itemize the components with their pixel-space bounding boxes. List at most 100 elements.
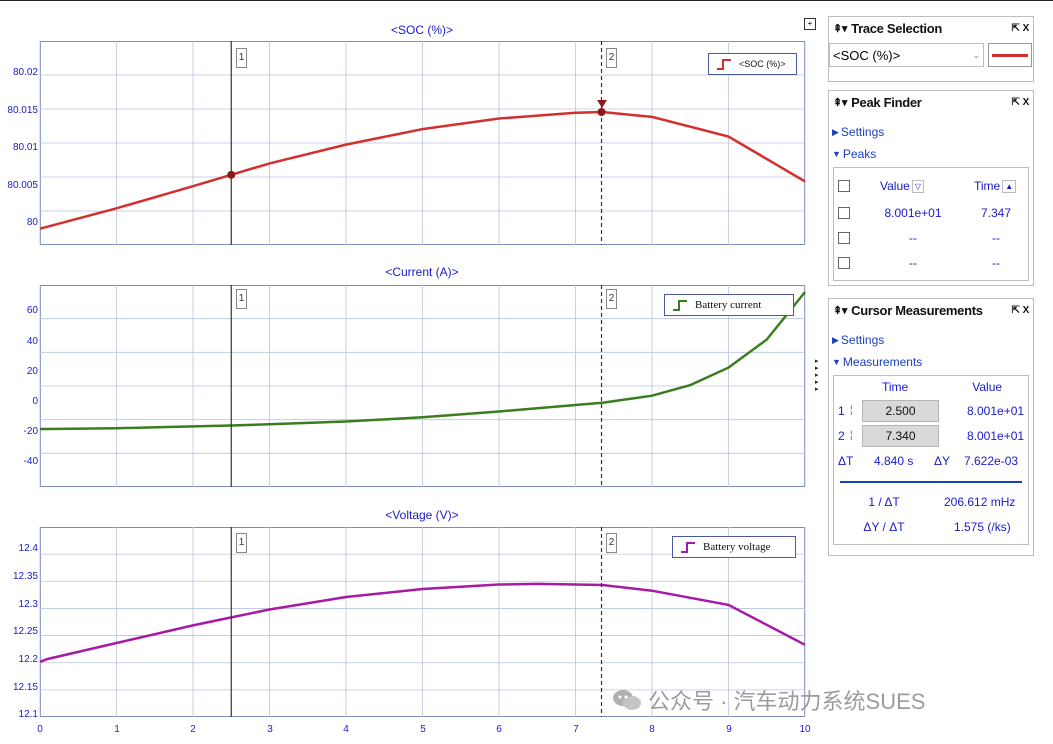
collapse-down-icon: ▼	[832, 149, 841, 159]
expand-right-icon: ▶	[832, 126, 839, 137]
cursor-2-index: 2	[838, 428, 845, 443]
cursor-2-label[interactable]: 2	[606, 289, 617, 309]
measurements-divider	[840, 481, 1022, 483]
cursor-1-label[interactable]: 1	[236, 533, 247, 553]
current-legend-label: Battery current	[695, 299, 762, 311]
peak-finder-header: ⇞▾ Peak Finder ⇱ X	[829, 91, 1033, 113]
peak-settings-toggle[interactable]: ▶ Settings	[829, 121, 1033, 143]
chevron-down-icon: ⌄	[972, 49, 980, 60]
watermark: 公众号 · 汽车动力系统SUES	[612, 684, 925, 716]
cursor-2-time-field[interactable]: 7.340	[862, 424, 939, 447]
cursor-2-label[interactable]: 2	[606, 48, 617, 68]
soc-legend[interactable]: <SOC (%)>	[708, 53, 797, 75]
cursor-1-marker	[227, 170, 236, 179]
cursor-measurements-title: Cursor Measurements	[851, 302, 983, 318]
current-legend[interactable]: Battery current	[664, 294, 794, 316]
step-legend-icon	[681, 542, 695, 553]
collapse-down-icon: ▼	[832, 357, 841, 367]
table-row[interactable]: -- --	[834, 225, 1028, 250]
dy-dt-row: ΔY / ΔT 1.575 (/ks)	[834, 514, 1028, 539]
trace-select[interactable]: <SOC (%)> ⌄	[829, 43, 984, 67]
cursor-settings-label: Settings	[840, 333, 885, 347]
cursor-1-marker-icon: ¦	[850, 405, 853, 416]
watermark-text: 公众号 · 汽车动力系统SUES	[648, 689, 926, 714]
cursor-2-row: 2 ¦ 7.340 8.001e+01	[834, 423, 1028, 448]
measurements-table: Time Value 1 ¦ 2.500 8.001e+01 2 ¦ 7.340…	[833, 375, 1029, 545]
row-checkbox[interactable]	[838, 231, 850, 244]
trace-color-swatch[interactable]	[988, 43, 1032, 67]
dy-dt-label: ΔY / ΔT	[863, 519, 905, 534]
trace-selection-title: Trace Selection	[851, 20, 943, 36]
trace-color-line	[992, 53, 1028, 57]
peaks-header-row: Value ▽ Time ▲	[834, 172, 1028, 200]
peak-time: --	[992, 230, 1000, 245]
measurements-toggle[interactable]: ▼ Measurements	[829, 351, 1033, 373]
peaks-col-value[interactable]: Value	[880, 179, 910, 193]
table-row[interactable]: 8.001e+01 7.347	[834, 200, 1028, 225]
cursor-1-index: 1	[838, 403, 845, 418]
peaks-table: Value ▽ Time ▲ 8.001e+01 7.347 -- -- -- …	[833, 167, 1029, 281]
pin-icon[interactable]: ⇞▾	[833, 304, 847, 317]
delta-row: ΔT 4.840 s ΔY 7.622e-03	[834, 448, 1028, 473]
cursor-1-label[interactable]: 1	[236, 289, 247, 309]
delta-y-label: ΔY	[934, 453, 951, 468]
peaks-label: Peaks	[842, 147, 877, 161]
cursor-2-value: 8.001e+01	[967, 428, 1025, 443]
measurements-label: Measurements	[842, 355, 923, 369]
inv-dt-label: 1 / ΔT	[868, 494, 900, 509]
dy-dt-value: 1.575 (/ks)	[954, 519, 1011, 534]
peak-value: --	[909, 255, 917, 270]
peak-settings-label: Settings	[840, 125, 885, 139]
delta-t-value: 4.840 s	[874, 453, 914, 468]
trace-select-value: <SOC (%)>	[833, 47, 901, 63]
select-all-checkbox[interactable]	[838, 180, 850, 192]
cursor-2-label[interactable]: 2	[606, 533, 617, 553]
undock-icon[interactable]: ⇱	[1012, 305, 1020, 316]
row-checkbox[interactable]	[838, 206, 850, 219]
undock-icon[interactable]: ⇱	[1012, 23, 1020, 34]
cursor-settings-toggle[interactable]: ▶ Settings	[829, 329, 1033, 351]
sort-desc-icon[interactable]: ▽	[911, 179, 924, 193]
cursor-1-value: 8.001e+01	[967, 403, 1025, 418]
cursor-1-label[interactable]: 1	[236, 48, 247, 68]
pin-icon[interactable]: ⇞▾	[833, 22, 847, 35]
meas-col-time: Time	[882, 380, 909, 394]
delta-t-label: ΔT	[838, 453, 854, 468]
voltage-legend[interactable]: Battery voltage	[672, 536, 796, 558]
close-icon[interactable]: X	[1023, 97, 1030, 108]
peaks-toggle[interactable]: ▼ Peaks	[829, 143, 1033, 165]
wechat-icon	[613, 690, 641, 710]
step-legend-icon	[717, 59, 731, 70]
cursor-measurements-header: ⇞▾ Cursor Measurements ⇱ X	[829, 299, 1033, 321]
cursor-2-marker	[597, 107, 606, 116]
peak-time: --	[992, 255, 1000, 270]
peak-finder-title: Peak Finder	[851, 94, 922, 110]
expand-icon[interactable]: +	[804, 18, 816, 30]
cursor-measurements-panel: ⇞▾ Cursor Measurements ⇱ X ▶ Settings ▼ …	[828, 298, 1034, 556]
soc-legend-label: <SOC (%)>	[739, 59, 786, 69]
trace-selection-header: ⇞▾ Trace Selection ⇱ X	[829, 17, 1033, 39]
trace-selection-panel: ⇞▾ Trace Selection ⇱ X <SOC (%)> ⌄	[828, 16, 1034, 82]
close-icon[interactable]: X	[1023, 23, 1030, 34]
peak-finder-panel: ⇞▾ Peak Finder ⇱ X ▶ Settings ▼ Peaks Va…	[828, 90, 1034, 286]
pin-icon[interactable]: ⇞▾	[833, 96, 847, 109]
measurements-header-row: Time Value	[834, 376, 1028, 398]
undock-icon[interactable]: ⇱	[1012, 97, 1020, 108]
close-icon[interactable]: X	[1023, 305, 1030, 316]
cursor-1-row: 1 ¦ 2.500 8.001e+01	[834, 398, 1028, 423]
voltage-legend-label: Battery voltage	[703, 541, 771, 553]
splitter-handle[interactable]: ▸ ▸ ▸ ▸ ▸	[815, 358, 821, 393]
peak-marker-icon	[597, 99, 608, 108]
inv-dt-row: 1 / ΔT 206.612 mHz	[834, 489, 1028, 514]
step-legend-icon	[673, 300, 687, 311]
peak-value: 8.001e+01	[884, 205, 942, 220]
peak-time: 7.347	[980, 205, 1012, 220]
sort-asc-icon[interactable]: ▲	[1002, 179, 1017, 193]
cursor-1-time-field[interactable]: 2.500	[862, 399, 939, 422]
table-row[interactable]: -- --	[834, 250, 1028, 275]
row-checkbox[interactable]	[838, 256, 850, 269]
cursor-2-marker-icon: ¦	[850, 430, 853, 441]
peaks-col-time[interactable]: Time	[974, 179, 1000, 193]
meas-col-value: Value	[972, 380, 1003, 394]
peak-value: --	[909, 230, 917, 245]
